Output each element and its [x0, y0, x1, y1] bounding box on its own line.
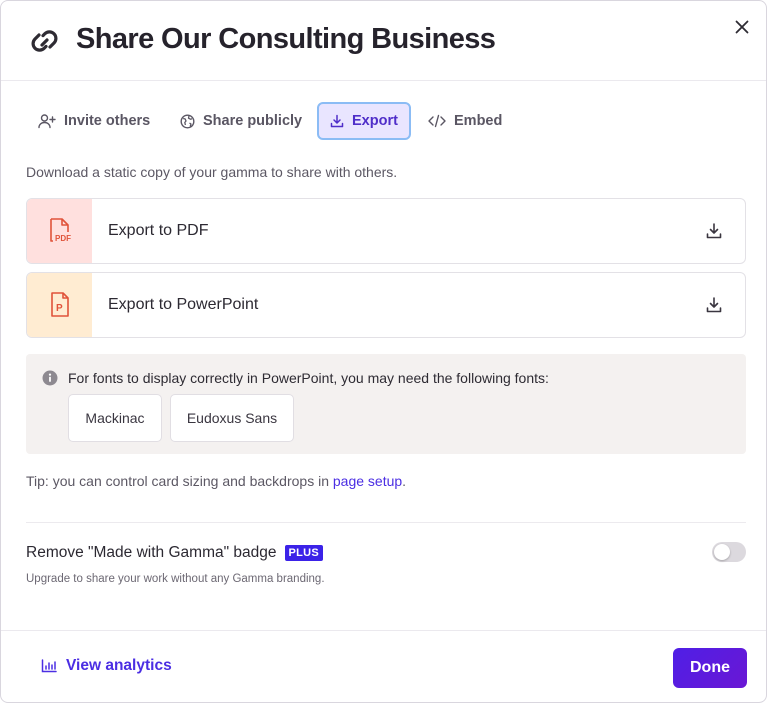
remove-badge-subtext: Upgrade to share your work without any G… [26, 573, 325, 585]
code-icon [428, 114, 446, 128]
pdf-file-icon: PDF [49, 218, 71, 243]
download-icon [706, 297, 722, 313]
font-chip-eudoxus-sans: Eudoxus Sans [170, 394, 294, 442]
toggle-knob [714, 544, 730, 560]
powerpoint-file-icon: P [50, 292, 69, 317]
tab-share-publicly[interactable]: Share publicly [180, 102, 302, 140]
pdf-thumb-text: PDF [55, 234, 71, 243]
globe-icon [180, 113, 195, 129]
export-pdf-option[interactable]: PDF Export to PDF [26, 198, 746, 264]
view-analytics-link[interactable]: View analytics [41, 657, 172, 675]
add-user-icon [38, 114, 56, 129]
tip-text: Tip: you can control card sizing and bac… [26, 473, 406, 489]
close-icon[interactable] [732, 17, 752, 37]
powerpoint-thumb-text: P [56, 303, 63, 314]
divider [26, 522, 746, 523]
share-dialog: Share Our Consulting Business Invite oth… [0, 0, 767, 703]
info-icon [42, 370, 58, 386]
export-description: Download a static copy of your gamma to … [26, 164, 398, 180]
tab-label: Invite others [64, 113, 151, 129]
bar-chart-icon [41, 659, 57, 673]
tab-label: Export [352, 113, 398, 129]
tip-prefix: Tip: you can control card sizing and bac… [26, 473, 333, 489]
tab-export[interactable]: Export [317, 102, 411, 140]
tab-label: Share publicly [203, 113, 303, 129]
remove-badge-toggle[interactable] [712, 542, 746, 562]
download-icon [706, 223, 722, 239]
export-powerpoint-option[interactable]: P Export to PowerPoint [26, 272, 746, 338]
fonts-notice-text: For fonts to display correctly in PowerP… [68, 370, 549, 386]
done-button[interactable]: Done [673, 648, 747, 688]
tab-invite-others[interactable]: Invite others [38, 102, 150, 140]
page-setup-link[interactable]: page setup [333, 473, 402, 489]
dialog-title: Share Our Consulting Business [76, 23, 496, 55]
link-icon [31, 30, 58, 52]
tip-suffix: . [402, 473, 407, 489]
powerpoint-thumbnail: P [27, 273, 92, 337]
dialog-footer: View analytics Done [1, 630, 766, 702]
tab-embed[interactable]: Embed [428, 102, 502, 140]
export-pdf-label: Export to PDF [108, 222, 209, 239]
fonts-notice: For fonts to display correctly in PowerP… [26, 354, 746, 454]
pdf-thumbnail: PDF [27, 199, 92, 263]
view-analytics-label: View analytics [66, 657, 172, 674]
remove-badge-setting: Remove "Made with Gamma" badge PLUS [26, 542, 324, 564]
plus-plan-badge: PLUS [284, 545, 324, 561]
tab-label: Embed [454, 113, 503, 129]
dialog-header: Share Our Consulting Business [1, 1, 766, 81]
font-chip-mackinac: Mackinac [68, 394, 162, 442]
download-icon [330, 114, 344, 128]
export-powerpoint-label: Export to PowerPoint [108, 296, 259, 313]
remove-badge-label: Remove "Made with Gamma" badge [26, 544, 277, 561]
